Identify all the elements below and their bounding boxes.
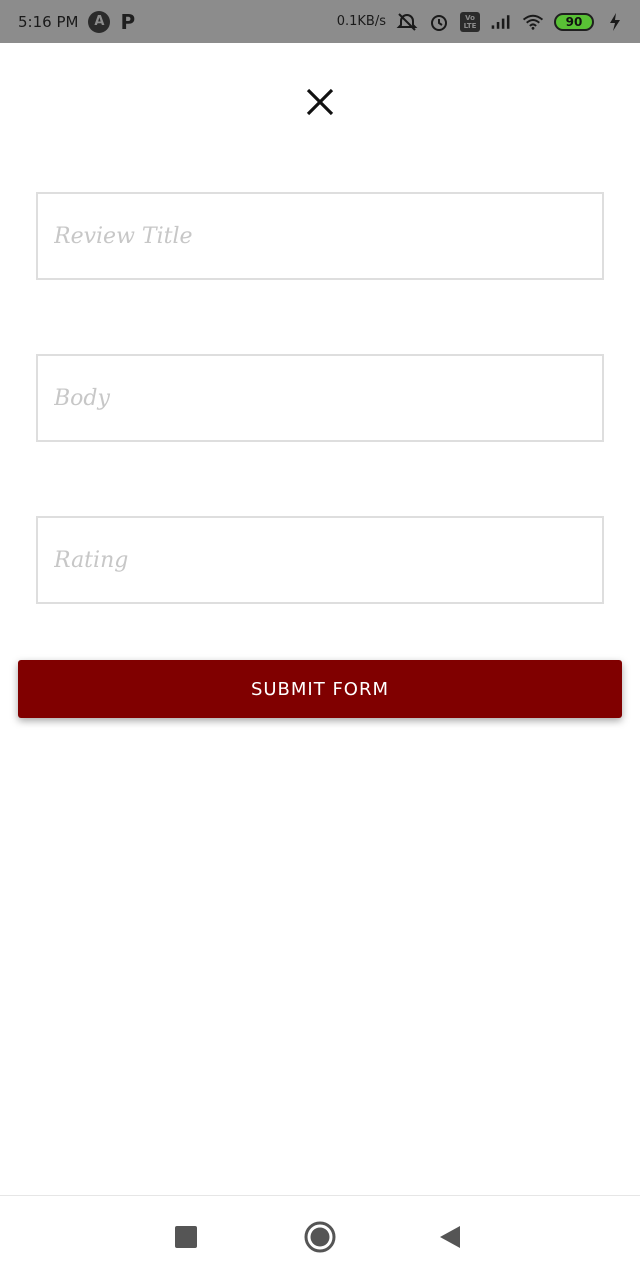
charging-icon bbox=[604, 11, 626, 33]
alarm-icon bbox=[428, 11, 450, 33]
body-input[interactable] bbox=[38, 356, 602, 440]
volte-bottom-label: LTE bbox=[463, 21, 477, 30]
home-icon bbox=[304, 1221, 336, 1257]
close-button[interactable] bbox=[300, 84, 340, 124]
wifi-icon bbox=[522, 11, 544, 33]
p-notification-icon: P bbox=[120, 9, 136, 34]
app-notification-icon: A bbox=[88, 10, 111, 33]
status-left: 5:16 PM A P bbox=[18, 10, 135, 34]
recent-apps-button[interactable] bbox=[146, 1196, 226, 1280]
battery-indicator: 90 bbox=[554, 12, 594, 31]
body-field-box bbox=[36, 354, 604, 442]
signal-icon bbox=[490, 11, 512, 33]
volte-top-label: Vo bbox=[465, 13, 475, 22]
review-title-field-box bbox=[36, 192, 604, 280]
recent-apps-icon bbox=[175, 1225, 197, 1252]
submit-form-button[interactable]: SUBMIT FORM bbox=[18, 660, 622, 718]
home-button[interactable] bbox=[280, 1196, 360, 1280]
back-icon bbox=[439, 1225, 461, 1253]
status-time: 5:16 PM bbox=[18, 12, 79, 31]
close-icon bbox=[305, 87, 335, 121]
volte-icon: Vo LTE bbox=[460, 11, 480, 32]
status-bar: 5:16 PM A P 0.1KB/s Vo LTE 90 bbox=[0, 0, 640, 43]
review-title-input[interactable] bbox=[38, 194, 602, 278]
rating-input[interactable] bbox=[38, 518, 602, 602]
network-speed: 0.1KB/s bbox=[336, 14, 386, 29]
navigation-bar bbox=[0, 1195, 640, 1280]
status-right: 0.1KB/s Vo LTE 90 bbox=[337, 11, 626, 33]
back-button[interactable] bbox=[410, 1196, 490, 1280]
rating-field-box bbox=[36, 516, 604, 604]
alarm-off-icon bbox=[396, 11, 418, 33]
